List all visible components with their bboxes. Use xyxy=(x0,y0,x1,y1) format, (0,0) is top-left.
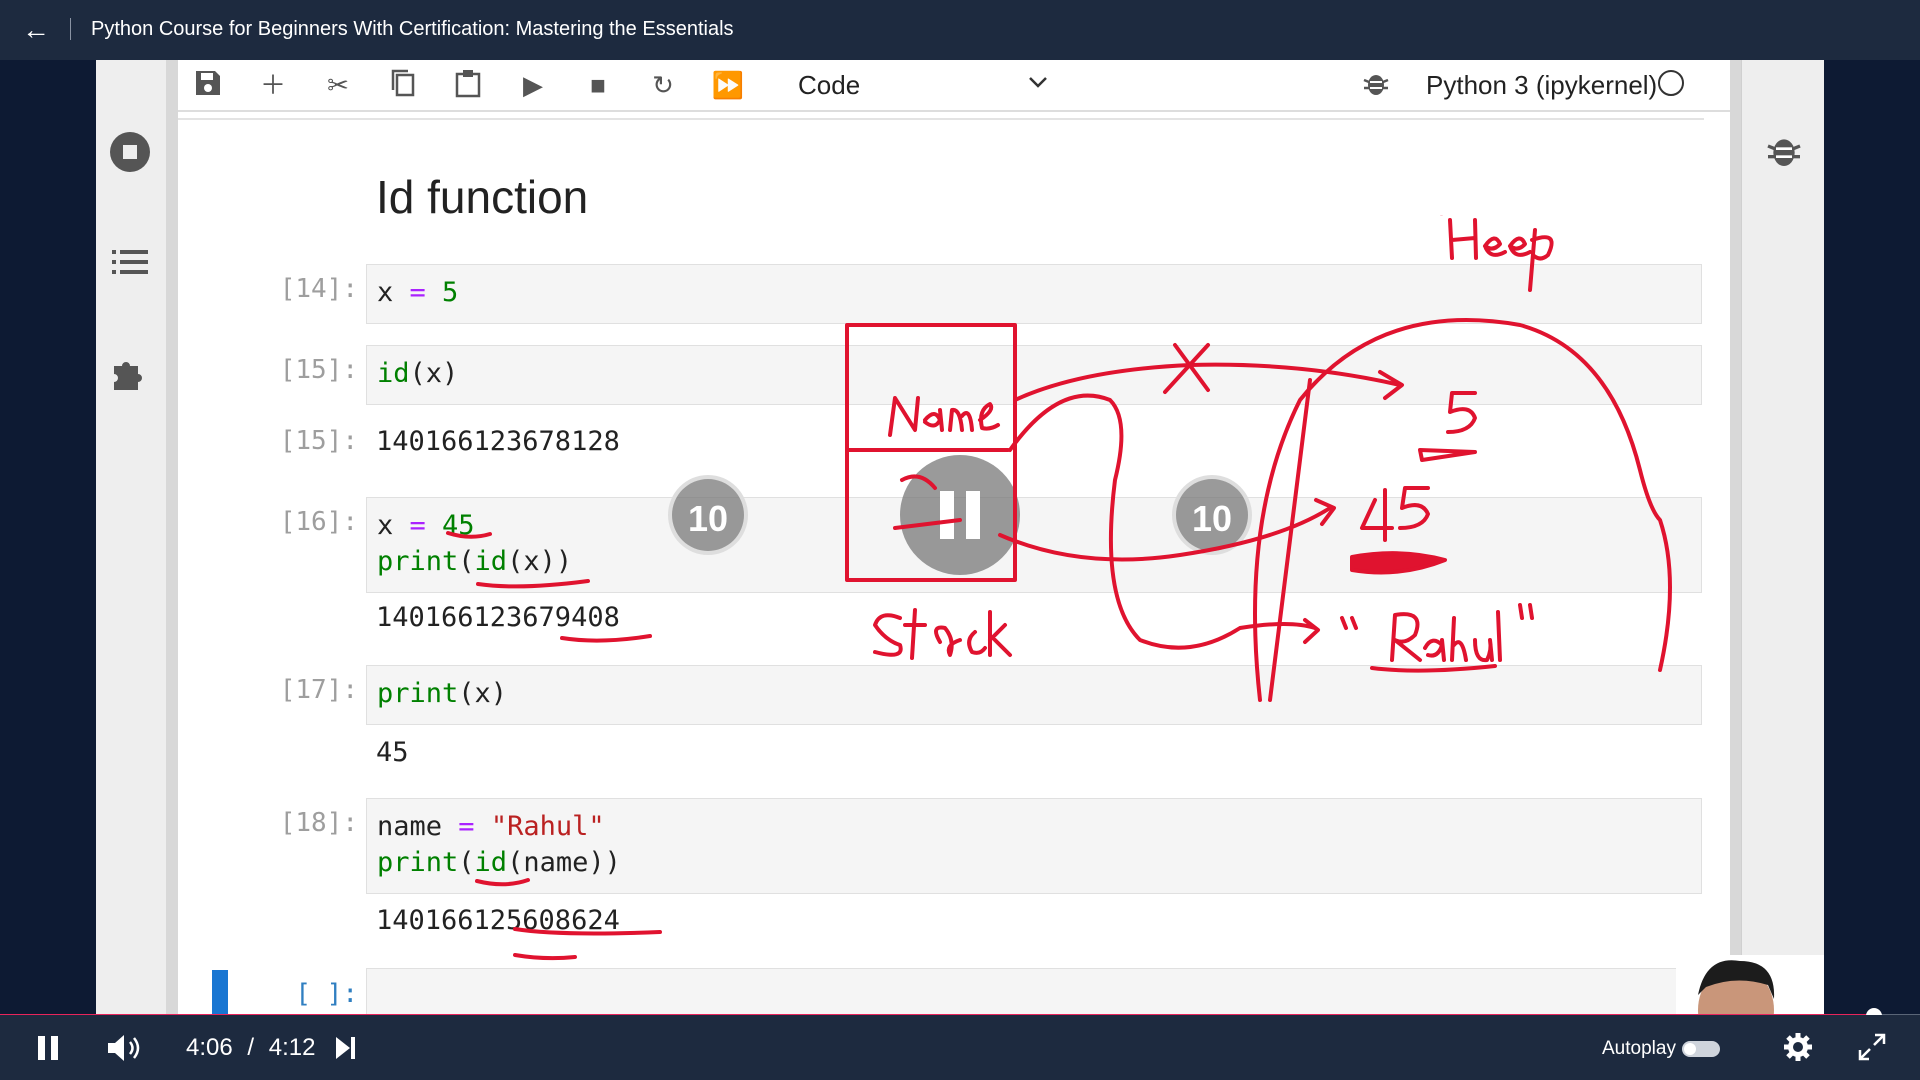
notebook-toolbar: ＋ ✂ ▶ ■ ↻ ⏩ Code Python 3 (ipykernel) xyxy=(178,60,1730,112)
restart-icon: ↻ xyxy=(652,70,674,100)
code-line: name = "Rahul" xyxy=(377,811,605,842)
kernel-name: Python 3 (ipykernel) xyxy=(1426,70,1658,100)
rewind-10-button[interactable]: 10 xyxy=(668,475,748,555)
autoplay-toggle[interactable] xyxy=(1682,1041,1720,1057)
code-line: x = 45 xyxy=(377,510,475,541)
back-arrow-icon[interactable]: ← xyxy=(20,14,52,46)
autoplay-label: Autoplay xyxy=(1602,1038,1676,1059)
cell-type-select: Code xyxy=(798,70,861,100)
puzzle-icon xyxy=(108,350,152,394)
playback-time: 4:06 / 4:12 xyxy=(186,1034,315,1062)
cell-output: 140166123678128 xyxy=(376,426,620,457)
cell-prompt: [14]: xyxy=(279,274,358,304)
cell-divider xyxy=(178,118,1704,120)
settings-gear-icon[interactable] xyxy=(1782,1031,1814,1063)
list-icon xyxy=(108,240,152,284)
save-icon xyxy=(190,68,226,102)
toggle-knob xyxy=(1684,1043,1696,1055)
forward-10-button[interactable]: 10 xyxy=(1172,475,1252,555)
notebook-left-gutter xyxy=(166,60,178,1015)
code-line: print(x) xyxy=(377,678,508,709)
jupyter-left-rail xyxy=(96,60,167,1015)
copy-icon xyxy=(385,68,421,102)
cell-output: 45 xyxy=(376,737,409,768)
cell-output: 140166123679408 xyxy=(376,602,620,633)
kernel-status-icon xyxy=(1658,70,1684,96)
code-line: x = 5 xyxy=(377,277,459,308)
course-title: Python Course for Beginners With Certifi… xyxy=(91,18,734,40)
code-cell: name = "Rahul" print(id(name)) xyxy=(366,798,1702,894)
player-header: ← Python Course for Beginners With Certi… xyxy=(0,0,1920,60)
empty-code-cell xyxy=(366,968,1702,1015)
pause-icon xyxy=(966,491,980,539)
code-cell: print(x) xyxy=(366,665,1702,725)
out-prompt: [15]: xyxy=(279,426,358,456)
plus-icon: ＋ xyxy=(259,70,286,100)
presenter-webcam xyxy=(1676,955,1824,1015)
current-time: 4:06 xyxy=(186,1034,233,1061)
run-icon: ▶ xyxy=(523,70,543,100)
cell-prompt: [ ]: xyxy=(295,979,358,1009)
code-cell: id(x) xyxy=(366,345,1702,405)
video-stage[interactable]: ＋ ✂ ▶ ■ ↻ ⏩ Code Python 3 (ipykernel) Id… xyxy=(0,60,1920,1015)
code-cell: x = 45 print(id(x)) xyxy=(366,497,1702,593)
cell-prompt: [16]: xyxy=(279,507,358,537)
cell-output: 140166125608624 xyxy=(376,905,620,936)
paste-icon xyxy=(450,68,486,102)
player-controls: 4:06 / 4:12 Autoplay xyxy=(0,1015,1920,1080)
pause-overlay-button[interactable] xyxy=(900,455,1020,575)
stop-circle-icon xyxy=(108,130,152,174)
code-cell: x = 5 xyxy=(366,264,1702,324)
code-line: print(id(name)) xyxy=(377,847,621,878)
scissors-icon: ✂ xyxy=(327,70,349,100)
next-icon[interactable] xyxy=(334,1034,358,1062)
fast-forward-icon: ⏩ xyxy=(711,70,745,100)
bug-icon xyxy=(1358,68,1394,102)
fullscreen-icon[interactable] xyxy=(1856,1031,1888,1063)
pause-button[interactable] xyxy=(34,1033,62,1063)
code-line: print(id(x)) xyxy=(377,546,573,577)
cell-prompt: [15]: xyxy=(279,355,358,385)
duration: 4:12 xyxy=(268,1034,316,1061)
cell-prompt: [17]: xyxy=(279,675,358,705)
header-divider xyxy=(70,18,71,40)
markdown-heading: Id function xyxy=(376,171,589,223)
chevron-down-icon xyxy=(1026,70,1050,100)
pause-icon xyxy=(940,491,954,539)
volume-icon[interactable] xyxy=(104,1031,144,1065)
jupyter-right-rail xyxy=(1741,60,1824,1015)
stop-icon: ■ xyxy=(590,70,606,100)
cell-prompt: [18]: xyxy=(279,808,358,838)
time-separator: / xyxy=(247,1034,255,1061)
code-line: id(x) xyxy=(377,358,459,389)
debugger-bug-icon xyxy=(1762,130,1806,174)
